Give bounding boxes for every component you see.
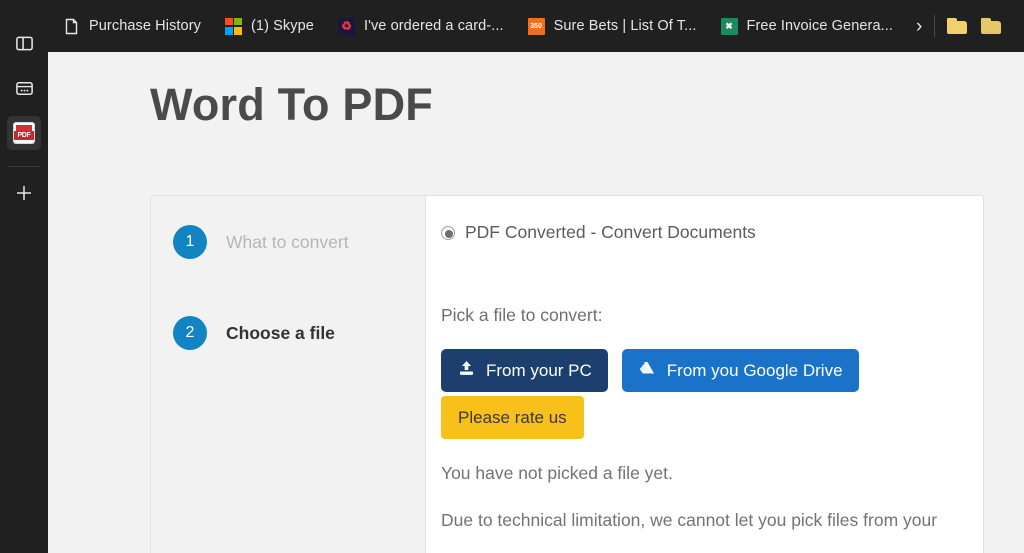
file-status-text: You have not picked a file yet. xyxy=(441,463,673,483)
google-drive-glyph xyxy=(639,361,654,373)
collections-glyph xyxy=(15,81,33,95)
document-glyph xyxy=(65,18,78,34)
bookmark-free-invoice-generator[interactable]: ✖ Free Invoice Genera... xyxy=(712,9,902,43)
recycle-icon: ♻ xyxy=(337,17,355,35)
technical-limitation-note: Due to technical limitation, we cannot l… xyxy=(441,510,938,530)
recycle-glyph: ♻ xyxy=(341,19,352,33)
panel-layout-glyph xyxy=(15,36,33,50)
bookmark-label: I've ordered a card-... xyxy=(363,18,504,34)
bookmark-label: Sure Bets | List Of T... xyxy=(553,18,697,34)
pick-file-label: Pick a file to convert: xyxy=(441,305,603,325)
browser-window: PDF Purchase History (1) Skype ♻ I've or… xyxy=(0,0,1024,553)
bookmark-skype[interactable]: (1) Skype xyxy=(216,9,323,43)
from-google-drive-button[interactable]: From you Google Drive xyxy=(621,349,859,392)
conversion-type-label: PDF Converted - Convert Documents xyxy=(465,222,756,242)
upload-glyph xyxy=(460,360,473,375)
folder-icon[interactable] xyxy=(947,18,968,34)
converter-card: 1 What to convert 2 Choose a file PDF Co… xyxy=(150,195,984,553)
step-label: What to convert xyxy=(226,231,349,252)
pdf-badge-icon: PDF xyxy=(13,122,35,144)
bookmark-label: Purchase History xyxy=(89,18,201,34)
plus-glyph xyxy=(17,186,31,200)
google-drive-icon xyxy=(638,360,657,382)
page-content: Word To PDF 1 What to convert 2 Choose a… xyxy=(48,52,1024,553)
spreadsheet-icon: ✖ xyxy=(720,17,738,35)
converter-panel: PDF Converted - Convert Documents Pick a… xyxy=(426,196,983,553)
add-icon[interactable] xyxy=(7,176,41,210)
collections-icon[interactable] xyxy=(7,71,41,105)
bookmark-ordered-card[interactable]: ♻ I've ordered a card-... xyxy=(329,9,513,43)
pdf-app-icon[interactable]: PDF xyxy=(7,116,41,150)
step-choose-a-file[interactable]: 2 Choose a file xyxy=(151,309,425,357)
step-number: 2 xyxy=(173,316,207,350)
step-number: 1 xyxy=(173,225,207,259)
button-label: From your PC xyxy=(486,360,592,380)
page-title: Word To PDF xyxy=(150,79,433,130)
microsoft-icon xyxy=(225,17,242,35)
document-icon xyxy=(63,18,80,35)
bookmark-label: Free Invoice Genera... xyxy=(746,18,893,34)
favorites-bar: Purchase History (1) Skype ♻ I've ordere… xyxy=(48,0,1024,52)
please-rate-us-button[interactable]: Please rate us xyxy=(441,396,584,439)
bookmark-sure-bets[interactable]: 350 Sure Bets | List Of T... xyxy=(519,9,706,43)
step-what-to-convert[interactable]: 1 What to convert xyxy=(151,218,425,266)
button-label: Please rate us xyxy=(458,407,567,427)
file-source-buttons: From your PC From you Google Drive xyxy=(441,349,983,392)
bookmark-purchase-history[interactable]: Purchase History xyxy=(54,9,210,43)
rail-divider xyxy=(9,166,39,167)
pdf-badge-label: PDF xyxy=(14,131,34,140)
steps-sidebar: 1 What to convert 2 Choose a file xyxy=(151,196,426,553)
350-glyph: 350 xyxy=(530,22,542,30)
panel-layout-icon[interactable] xyxy=(7,26,41,60)
spreadsheet-glyph: ✖ xyxy=(725,20,733,31)
folder-icon-partial[interactable] xyxy=(981,18,1002,34)
upload-icon xyxy=(457,360,476,382)
sidebar-rail: PDF xyxy=(0,0,48,553)
favorites-divider xyxy=(934,15,936,37)
radio-selected-icon[interactable] xyxy=(441,225,455,240)
bookmark-label: (1) Skype xyxy=(251,18,314,34)
from-your-pc-button[interactable]: From your PC xyxy=(441,349,608,392)
button-label: From you Google Drive xyxy=(666,360,843,380)
chevron-right-icon[interactable]: › xyxy=(916,17,922,36)
step-label: Choose a file xyxy=(226,322,335,343)
350-icon: 350 xyxy=(527,17,545,35)
conversion-type-option[interactable]: PDF Converted - Convert Documents xyxy=(441,222,983,243)
